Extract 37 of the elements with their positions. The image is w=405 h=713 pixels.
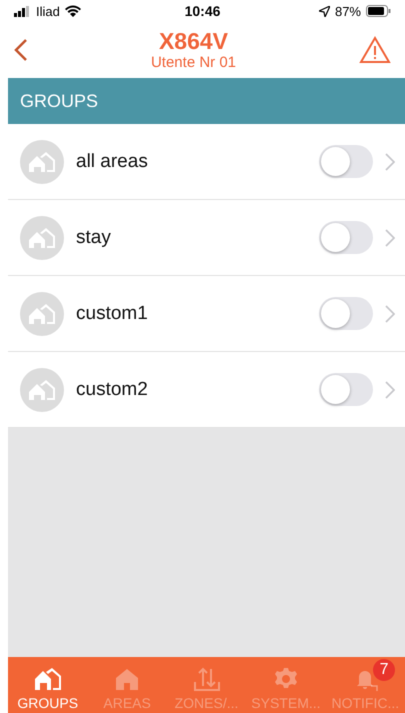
houses-icon [20,140,64,184]
group-row[interactable]: stay [8,200,405,276]
location-arrow-icon [318,6,330,16]
user-subtitle: Utente Nr 01 [150,54,236,72]
houses-icon [20,216,64,260]
arrows-tray-icon [192,666,221,692]
notification-badge: 7 [373,659,396,681]
chevron-icon [385,228,395,246]
signal-icon [14,6,31,16]
houses-icon [20,368,64,412]
back-icon[interactable] [14,38,28,62]
carrier-name: Iliad [36,4,60,18]
group-name: stay [76,226,112,248]
wifi-icon [64,5,81,17]
group-name: custom2 [76,378,149,400]
group-name: custom1 [76,302,149,324]
chevron-icon [385,380,395,398]
group-row[interactable]: all areas [8,124,405,200]
device-title: X864V [158,28,228,54]
battery-percent: 87% [334,4,361,18]
tab[interactable]: GROUPS [8,657,88,713]
tab[interactable]: NOTIFIC... 7 [326,657,405,713]
chevron-icon [385,304,395,322]
toggle-switch[interactable] [319,297,373,330]
battery-icon [366,5,391,17]
toggle-switch[interactable] [319,373,373,406]
houses-icon [34,666,62,692]
group-name: all areas [76,150,149,172]
group-row[interactable]: custom1 [8,276,405,352]
group-row[interactable]: custom2 [8,352,405,428]
houses-icon [20,292,64,336]
warning-icon[interactable] [358,36,391,64]
chevron-icon [385,152,395,170]
toggle-switch[interactable] [319,145,373,178]
toggle-switch[interactable] [319,221,373,254]
clock-time: 10:46 [184,3,220,19]
section-header: GROUPS [8,78,405,124]
